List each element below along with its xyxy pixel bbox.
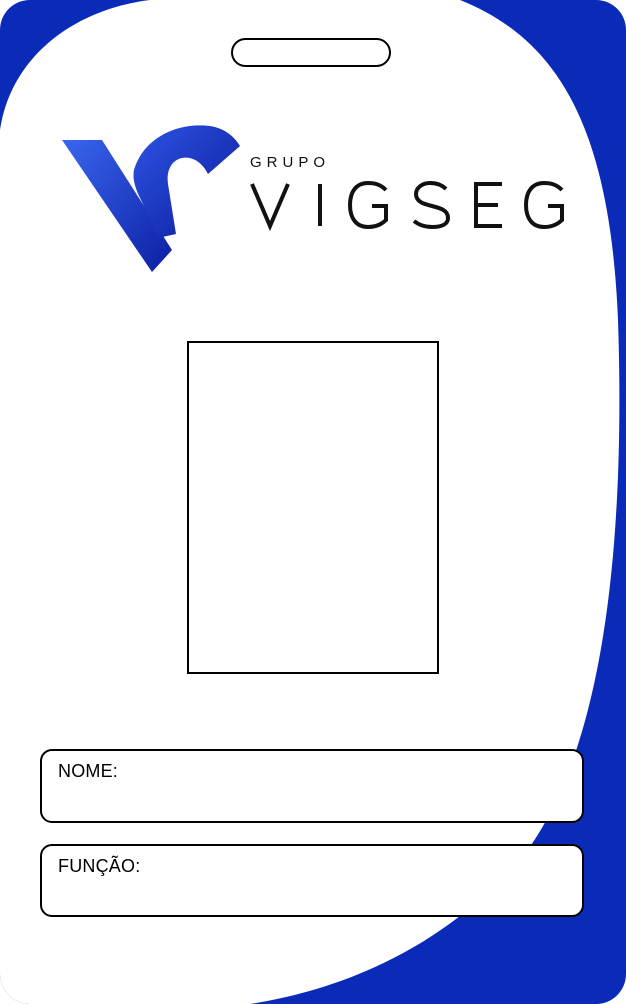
role-field[interactable]: FUNÇÃO: <box>40 844 584 917</box>
id-badge: GRUPO VIGSEG NOME: FUNÇÃO: <box>0 0 626 1004</box>
logo-group-label: GRUPO <box>250 154 331 171</box>
photo-placeholder[interactable] <box>187 341 439 674</box>
name-field-label: NOME: <box>58 761 119 781</box>
vigseg-logo-icon <box>62 125 240 272</box>
name-field[interactable]: NOME: <box>40 749 584 823</box>
logo-wordmark: VIGSEG <box>250 176 564 232</box>
lanyard-slot <box>231 38 391 67</box>
role-field-label: FUNÇÃO: <box>58 856 141 876</box>
